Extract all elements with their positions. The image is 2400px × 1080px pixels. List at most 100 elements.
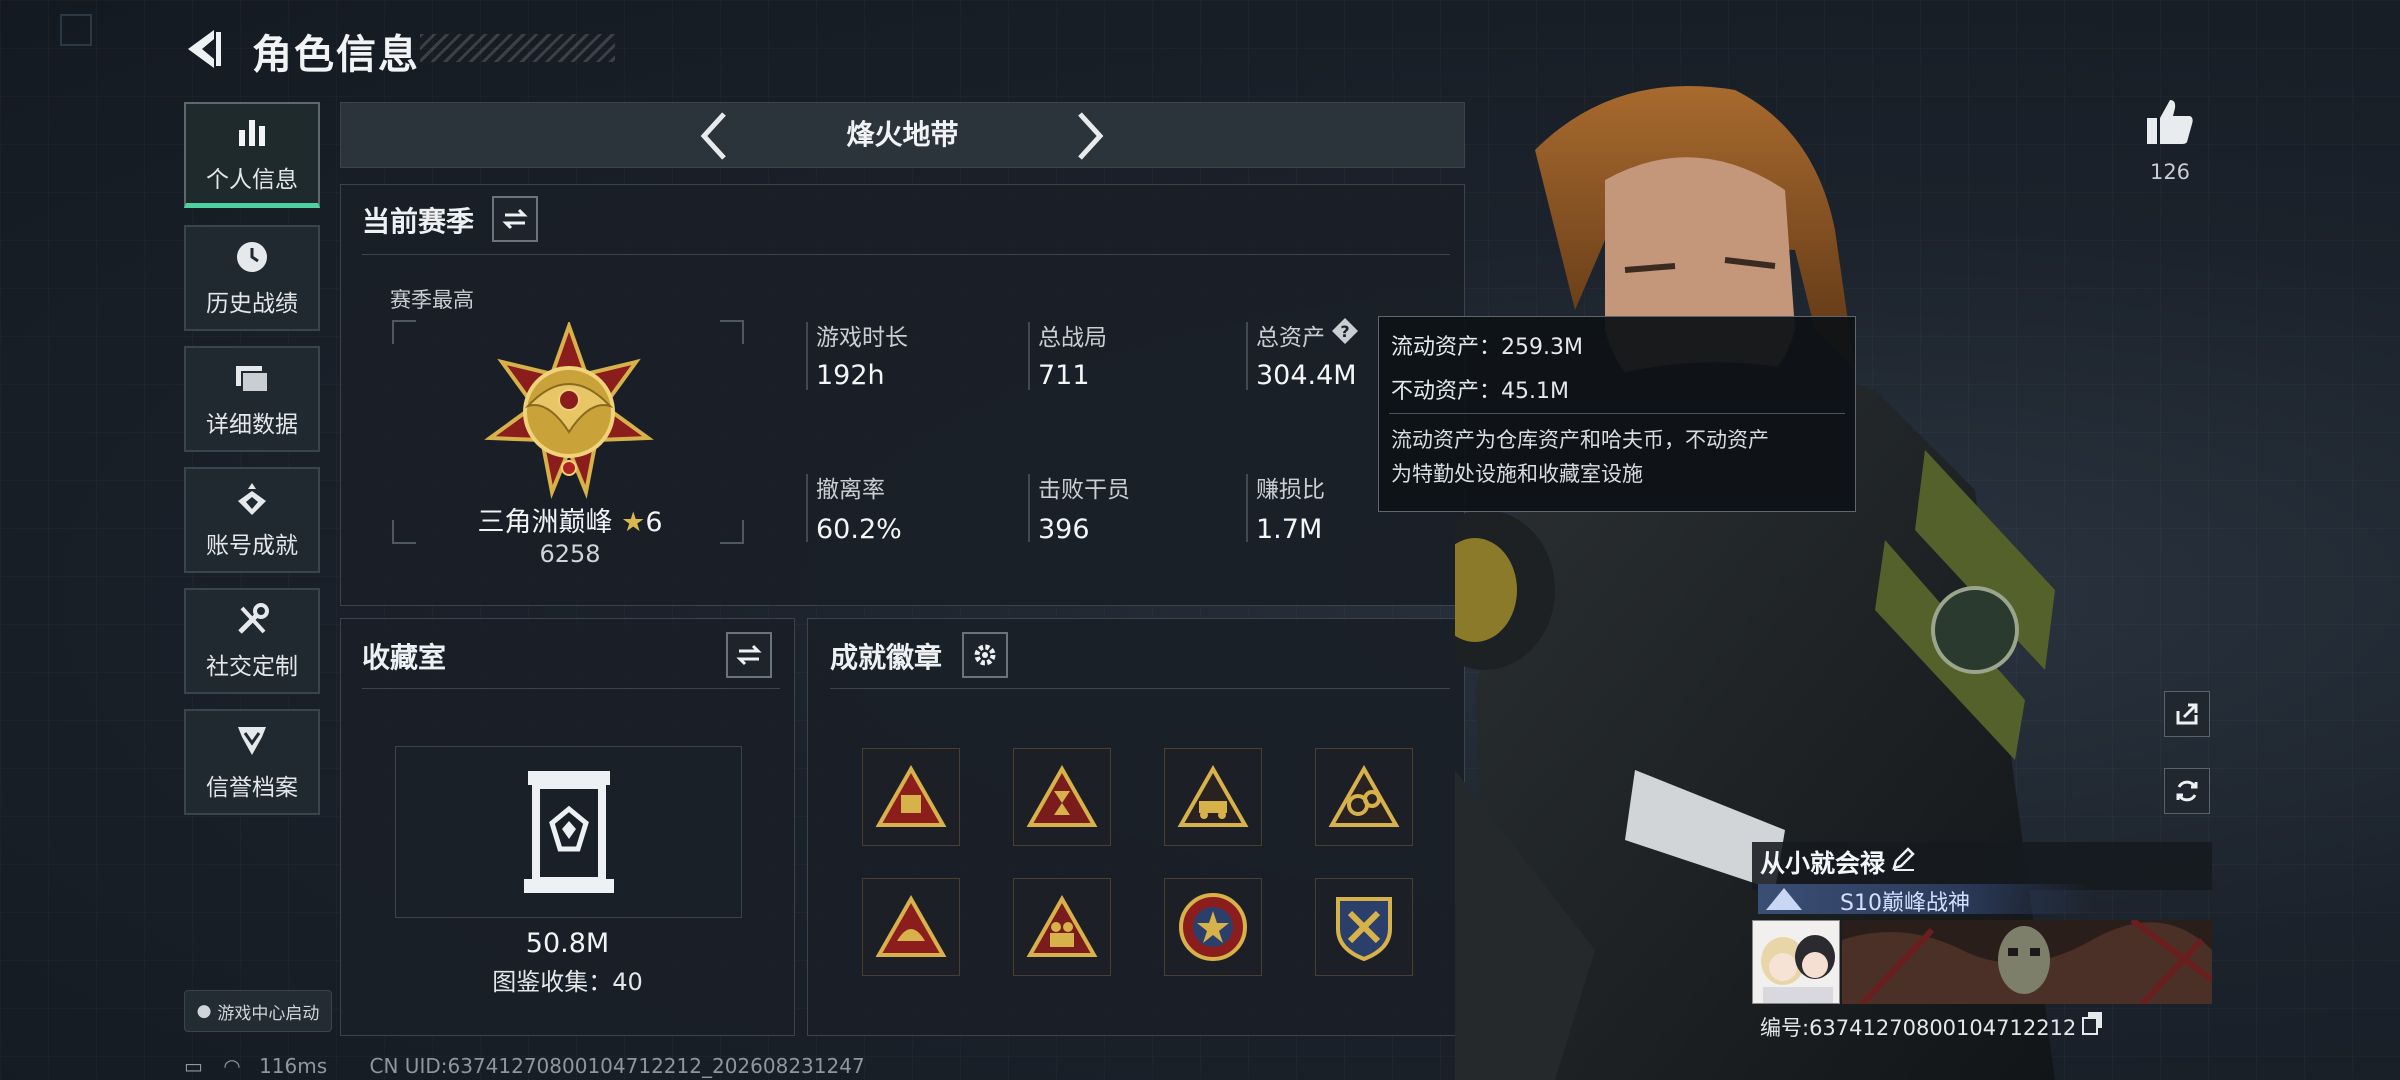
- chevron-left-icon[interactable]: [690, 108, 742, 164]
- share-button[interactable]: [2164, 691, 2210, 737]
- badge-settings-button[interactable]: [962, 632, 1008, 678]
- badge-slot[interactable]: [1164, 748, 1262, 846]
- player-title: S10巅峰战神: [1840, 891, 1970, 916]
- badge-slot[interactable]: [862, 878, 960, 976]
- badge-slot[interactable]: [1315, 878, 1413, 976]
- avatar[interactable]: [1752, 920, 1840, 1004]
- badge-triangle-vehicle-icon: [1177, 765, 1249, 827]
- title-emblem-icon: [1766, 888, 1802, 910]
- game-center-label: 游戏中心启动: [217, 1003, 320, 1024]
- sidebar-item-label: 详细数据: [206, 412, 298, 438]
- season-best-label: 赛季最高: [390, 288, 474, 312]
- stat-label-kills: 击败干员: [1038, 477, 1130, 503]
- badge-slot[interactable]: [1013, 748, 1111, 846]
- stat-value-kills: 396: [1038, 514, 1090, 545]
- frame-corner: [720, 320, 744, 344]
- sidebar-item-history[interactable]: 历史战绩: [184, 225, 320, 331]
- stat-label-extraction-rate: 撤离率: [816, 477, 885, 503]
- name-card-background: [1842, 920, 2212, 1004]
- page-title: 角色信息: [252, 32, 420, 78]
- sidebar-item-reputation[interactable]: 信誉档案: [184, 709, 320, 815]
- ping-value: 116ms: [259, 1054, 328, 1078]
- card-background-image: [1842, 920, 2212, 1004]
- client-uid: CN UID:6374127080010471221​2_20260823124…: [369, 1054, 865, 1078]
- share-icon: [2176, 703, 2198, 725]
- collection-title: 收藏室: [362, 641, 447, 674]
- like-count: 126: [2149, 160, 2191, 184]
- chevron-right-icon[interactable]: [1062, 108, 1114, 164]
- divider: [830, 688, 1450, 689]
- bar-chart-icon: [232, 114, 272, 152]
- help-icon[interactable]: ?: [1330, 316, 1360, 346]
- tooltip-description-1: 流动资产为仓库资产和哈夫币，不动资产: [1391, 428, 1769, 452]
- badge-triangle-helmet-icon: [875, 895, 947, 957]
- stat-value-assets: 304.4M: [1256, 360, 1357, 391]
- divider: [362, 688, 780, 689]
- collection-value: 50.8M: [525, 928, 610, 959]
- badge-triangle-gears-icon: [1328, 765, 1400, 827]
- stat-label-matches: 总战局: [1038, 325, 1107, 351]
- shield-chevron-icon: [232, 722, 272, 760]
- divider: [1389, 413, 1845, 414]
- edit-pencil-icon[interactable]: [1890, 846, 1916, 872]
- collection-count: 图鉴收集：40: [492, 968, 643, 996]
- badge-slot[interactable]: [1164, 878, 1262, 976]
- player-name: 从小就会禄: [1760, 849, 1886, 878]
- season-switch-button[interactable]: [492, 196, 538, 242]
- badge-shield-wrench-icon: [1336, 897, 1392, 962]
- season-title: 当前赛季: [362, 205, 475, 238]
- back-arrow-icon[interactable]: [180, 26, 228, 72]
- refresh-button[interactable]: [2164, 768, 2210, 814]
- sidebar-item-label: 账号成就: [206, 533, 298, 559]
- collection-preview[interactable]: [395, 746, 742, 918]
- avatar-anime-image: [1753, 921, 1839, 1003]
- stat-divider: [806, 322, 808, 390]
- copy-icon[interactable]: [2080, 1010, 2106, 1036]
- badge-round-star-icon: [1179, 893, 1247, 961]
- gear-icon: [974, 644, 996, 666]
- badge-title: 成就徽章: [830, 641, 943, 674]
- mode-title: 烽火地带: [846, 118, 959, 151]
- stat-divider: [1028, 322, 1030, 390]
- stat-value-playtime: 192h: [816, 360, 885, 391]
- svg-text:?: ?: [1340, 322, 1349, 341]
- rank-stars: 6: [645, 507, 663, 538]
- sidebar-item-social[interactable]: 社交定制: [184, 588, 320, 694]
- clock-icon: [232, 238, 272, 276]
- corner-frame: [60, 14, 92, 46]
- rank-name: 三角洲巅峰: [477, 507, 613, 538]
- sidebar-item-detailed-data[interactable]: 详细数据: [184, 346, 320, 452]
- badge-slot[interactable]: [1013, 878, 1111, 976]
- badge-triangle-hourglass-icon: [1026, 765, 1098, 827]
- tools-icon: [232, 601, 272, 639]
- asset-tooltip: 流动资产：259.3M 不动资产：45.1M 流动资产为仓库资产和哈夫币，不动资…: [1378, 316, 1856, 512]
- badge-slot[interactable]: [1315, 748, 1413, 846]
- stat-value-matches: 711: [1038, 360, 1090, 391]
- badge-slot[interactable]: [862, 748, 960, 846]
- tooltip-liquid-assets: 流动资产：259.3M: [1391, 335, 1583, 360]
- badge-triangle-soldiers-icon: [1026, 895, 1098, 957]
- folder-icon: [232, 359, 272, 397]
- stat-label-playtime: 游戏时长: [816, 325, 908, 351]
- stat-divider: [806, 474, 808, 542]
- tooltip-description-2: 为特勤处设施和收藏室设施: [1391, 462, 1643, 486]
- wifi-icon: ◠: [223, 1054, 241, 1078]
- game-center-launch-button[interactable]: ● 游戏中心启动: [184, 990, 332, 1032]
- frame-corner: [392, 520, 416, 544]
- sidebar-item-label: 历史战绩: [206, 291, 298, 317]
- battery-icon: ▭: [184, 1054, 203, 1078]
- frame-corner: [720, 520, 744, 544]
- swap-icon: [502, 208, 528, 230]
- vault-icon: [524, 771, 614, 893]
- stat-label-profit-ratio: 赚损比: [1256, 477, 1325, 503]
- frame-corner: [392, 320, 416, 344]
- sidebar-item-personal-info[interactable]: 个人信息: [184, 102, 320, 208]
- divider: [362, 254, 1450, 255]
- badge-triangle-56-icon: [875, 765, 947, 827]
- sidebar-item-achievements[interactable]: 账号成就: [184, 467, 320, 573]
- refresh-icon: [2176, 780, 2198, 802]
- tooltip-fixed-assets: 不动资产：45.1M: [1391, 379, 1569, 404]
- thumbs-up-icon[interactable]: [2144, 96, 2196, 148]
- collection-switch-button[interactable]: [726, 632, 772, 678]
- star-icon: ★: [621, 507, 646, 538]
